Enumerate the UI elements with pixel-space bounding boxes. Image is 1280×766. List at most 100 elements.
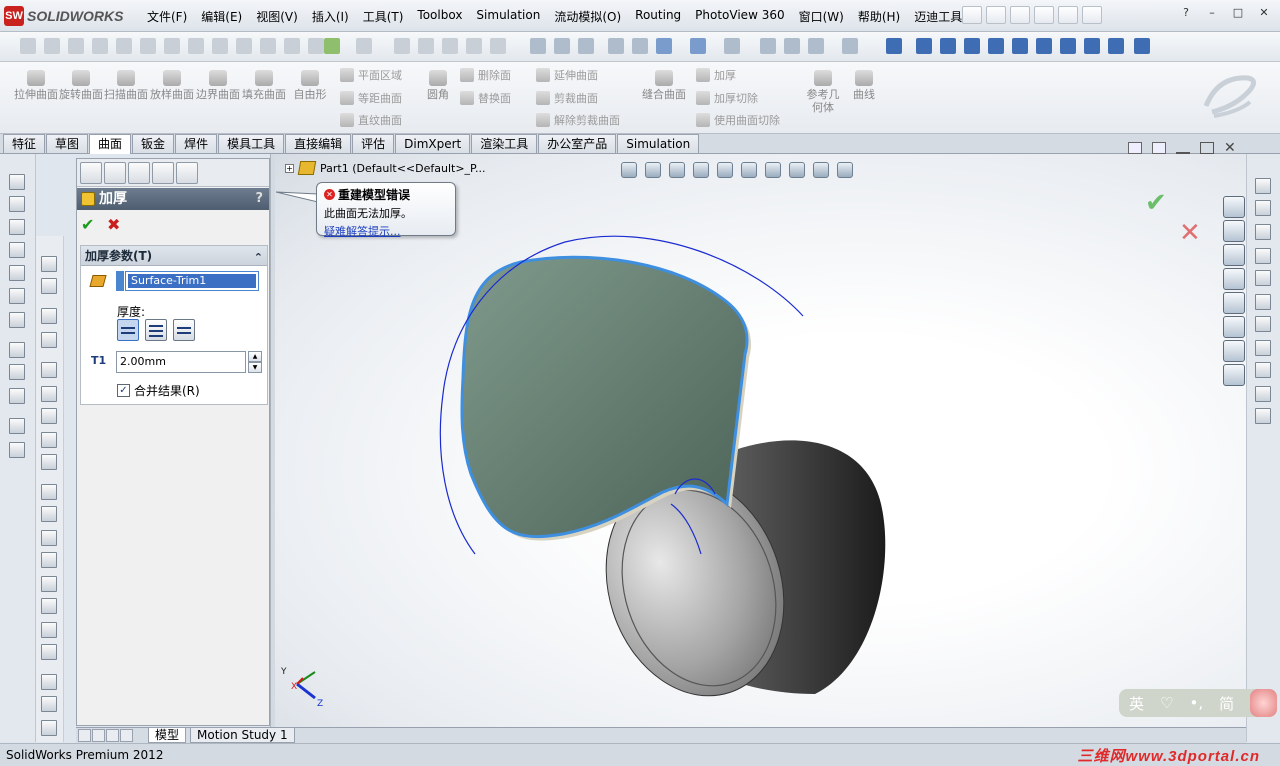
dimxpert-tab-icon[interactable] [152,162,174,184]
display-manager-tab-icon[interactable] [176,162,198,184]
property-manager-tab-icon[interactable] [104,162,126,184]
ime-heart-icon[interactable]: ♡ [1160,694,1173,712]
lock-icon[interactable] [140,38,156,54]
view-settings-icon[interactable] [808,38,824,54]
dimension-icon[interactable] [1255,362,1271,378]
dimension-icon[interactable] [1255,200,1271,216]
dimension-icon[interactable] [1255,340,1271,356]
check-icon[interactable] [41,454,57,470]
surface-selection-box[interactable]: Surface-Trim1 [125,271,259,291]
custom-properties-icon[interactable] [1223,316,1245,338]
revolved-surface-button[interactable]: 旋转曲面 [59,70,103,101]
tab-weldments[interactable]: 焊件 [175,134,218,153]
tab-surfaces[interactable]: 曲面 [89,134,132,154]
sum-icon[interactable] [212,38,228,54]
untrim-surface-button[interactable]: 解除剪裁曲面 [536,112,620,128]
tab-mold-tools[interactable]: 模具工具 [218,134,285,153]
motion-study-tab[interactable]: Motion Study 1 [190,728,295,743]
view-orientation-icon[interactable] [632,38,648,54]
configuration-tab-icon[interactable] [128,162,150,184]
align-icon[interactable] [41,696,57,712]
isometric-icon[interactable] [1060,38,1076,54]
trimetric-icon[interactable] [1084,38,1100,54]
tab-dimxpert[interactable]: DimXpert [395,134,471,153]
menu-tools[interactable]: 工具(T) [356,8,411,25]
menu-flow[interactable]: 流动模拟(O) [547,8,628,25]
back-view-icon[interactable] [940,38,956,54]
lofted-surface-button[interactable]: 放样曲面 [150,70,194,101]
spell-check-icon[interactable] [41,308,57,324]
tile-icon[interactable] [1128,142,1142,154]
search-frame-icon[interactable] [41,552,57,568]
ruler-icon[interactable] [1255,178,1271,194]
tab-features[interactable]: 特征 [3,134,46,153]
tab-sheet-metal[interactable]: 钣金 [132,134,175,153]
thickness-spinner[interactable]: ▲ ▼ [248,351,262,373]
freeform-button[interactable]: 自由形 [288,70,332,101]
tab-office-products[interactable]: 办公室产品 [538,134,617,153]
home-icon[interactable] [1223,196,1245,218]
close-button[interactable]: ✕ [1256,6,1272,20]
underline-icon[interactable] [41,576,57,592]
menu-help[interactable]: 帮助(H) [851,8,907,25]
ruler-icon[interactable] [41,256,57,272]
open-icon[interactable] [986,6,1006,24]
knit-surface-button[interactable]: 缝合曲面 [642,70,686,101]
dimension-icon[interactable] [1255,294,1271,310]
check-icon[interactable] [164,38,180,54]
realview-icon[interactable] [784,38,800,54]
help-button[interactable]: ? [1178,6,1194,20]
left-view-icon[interactable] [964,38,980,54]
extend-surface-button[interactable]: 延伸曲面 [536,67,598,83]
box-icon[interactable] [842,38,858,54]
selected-surface[interactable]: Surface-Trim1 [128,274,256,288]
model-tab[interactable]: 模型 [148,728,187,743]
options-icon[interactable] [1082,6,1102,24]
sensor-icon[interactable] [418,38,434,54]
menu-file[interactable]: 文件(F) [140,8,194,25]
menu-routing[interactable]: Routing [628,8,688,25]
feature-tree-tab-icon[interactable] [80,162,102,184]
wave-icon[interactable] [41,386,57,402]
frame-icon[interactable] [41,506,57,522]
tab-render-tools[interactable]: 渲染工具 [471,134,538,153]
dimension-icon[interactable] [1255,408,1271,424]
tab-simulation[interactable]: Simulation [617,134,700,153]
curve-icon[interactable] [41,484,57,500]
save-icon[interactable] [1010,6,1030,24]
text-icon[interactable] [41,644,57,660]
planar-surface-button[interactable]: 平面区域 [340,67,402,83]
warning-icon[interactable] [41,598,57,614]
dimetric-icon[interactable] [1108,38,1124,54]
box-icon[interactable] [9,288,25,304]
text-icon[interactable] [41,362,57,378]
previous-view-icon[interactable] [578,38,594,54]
checkbox-icon[interactable]: ✓ [117,384,130,397]
tab-direct-editing[interactable]: 直接编辑 [285,134,352,153]
thicken-side1-button[interactable] [117,319,139,341]
table-icon[interactable] [41,720,57,736]
menu-photoview[interactable]: PhotoView 360 [688,8,791,25]
spell-check-icon[interactable] [20,38,36,54]
troubleshoot-link[interactable]: 疑难解答提示... [324,223,448,239]
pen-icon[interactable] [41,332,57,348]
minimize-button[interactable]: – [1204,6,1220,20]
design-library-icon[interactable] [1223,220,1245,242]
last-tab-icon[interactable] [120,729,133,742]
simulation-icon[interactable] [442,38,458,54]
menu-edit[interactable]: 编辑(E) [194,8,249,25]
thicken-cut-button[interactable]: 加厚切除 [696,90,758,106]
box-icon[interactable] [9,312,25,328]
cut-with-surface-button[interactable]: 使用曲面切除 [696,112,780,128]
extruded-surface-button[interactable]: 拉伸曲面 [14,70,58,101]
sketch-icon[interactable] [44,38,60,54]
restore-icon[interactable] [1200,142,1214,154]
dimension-icon[interactable] [1255,270,1271,286]
hide-show-icon[interactable] [690,38,706,54]
dimension-icon[interactable] [1255,224,1271,240]
link-view-icon[interactable] [1134,38,1150,54]
forum-icon[interactable] [1223,364,1245,386]
group-header[interactable]: 加厚参数(T) ⌃ [81,246,267,266]
spin-down-icon[interactable]: ▼ [248,362,262,373]
compare-icon[interactable] [356,38,372,54]
